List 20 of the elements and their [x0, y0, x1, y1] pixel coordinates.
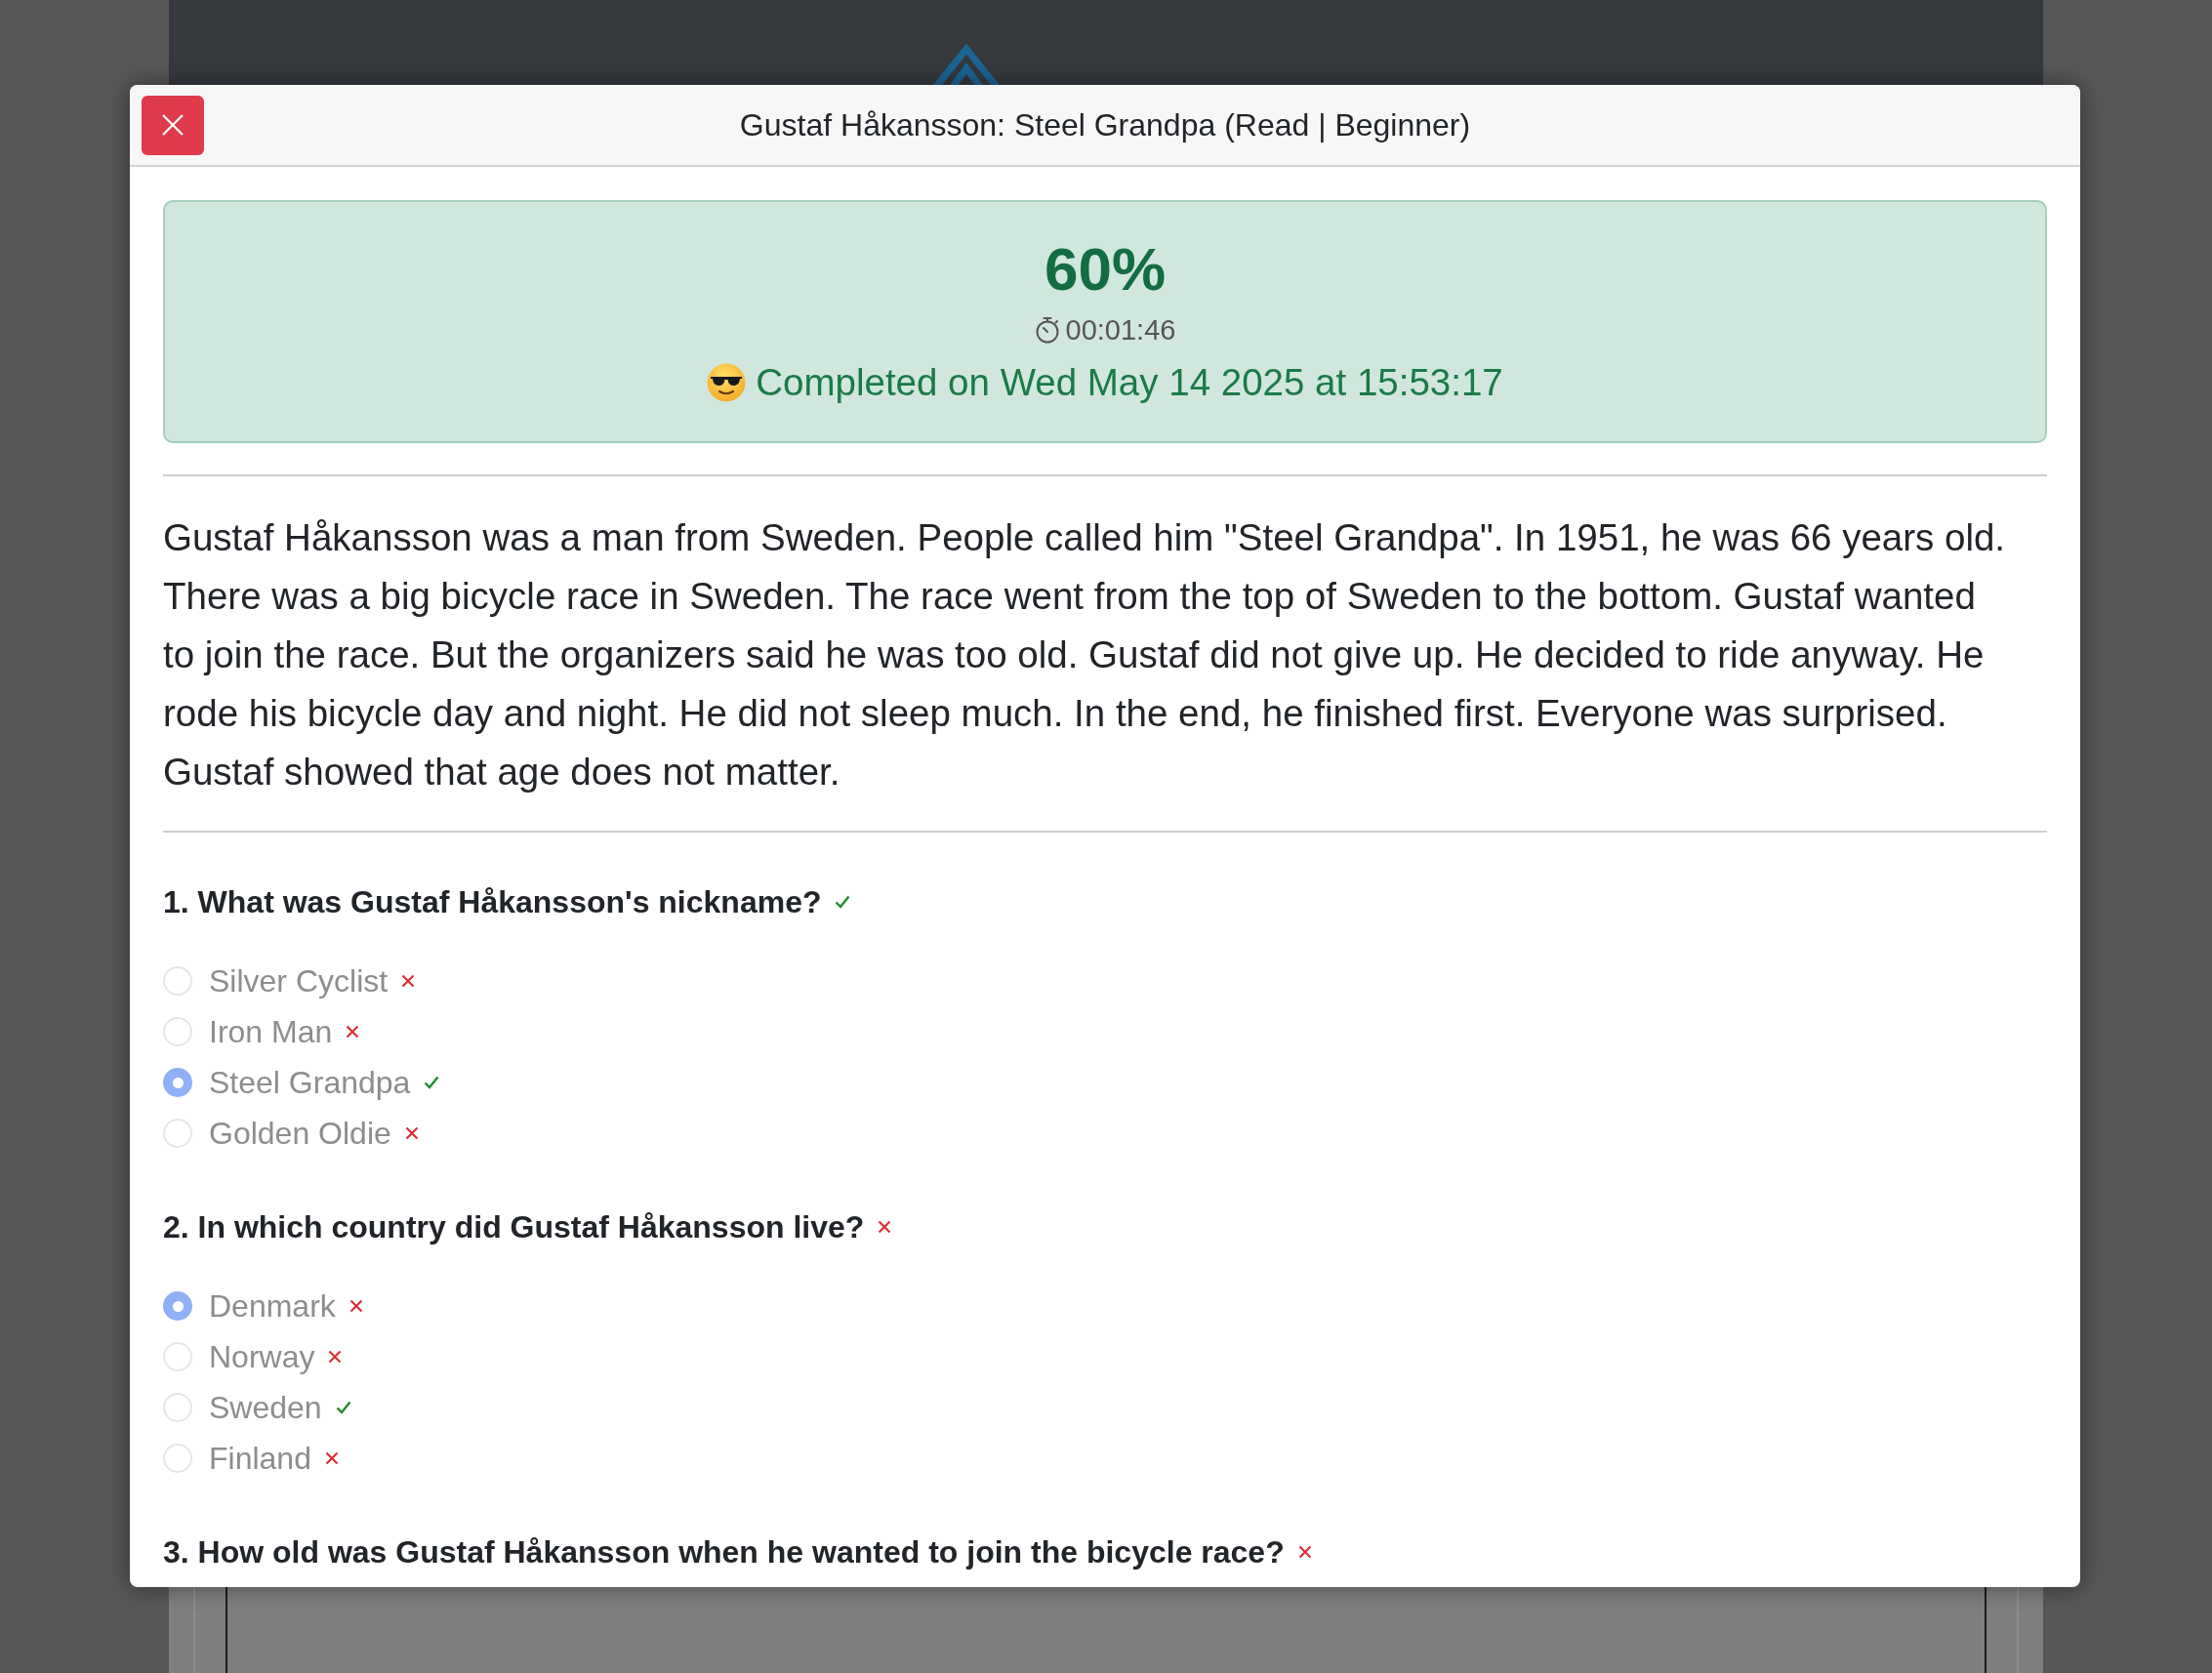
question-text: 1. What was Gustaf Håkansson's nickname? [163, 883, 822, 920]
option-label: Denmark [209, 1287, 336, 1325]
close-button[interactable] [142, 95, 204, 155]
option-label: Steel Grandpa [209, 1064, 411, 1101]
passage-text: Gustaf Håkansson was a man from Sweden. People called him "Steel Grandpa". In 1951, he was 66 years old. There was a big bicycle race in Sweden. The race went from the top of Sweden to the bottom. Gustaf wanted to join the race. But the organizers said he was too old. Gustaf did not give up. He decided to ride anyway. He rode his bicycle day and night. He did not sleep much. In the end, he finished first. Everyone was surprised. Gustaf showed that age does not matter. [163, 515, 2007, 795]
question-text: 3. How old was Gustaf Håkansson when he wanted to join the bicycle race? [163, 1533, 1285, 1571]
question-text: 2. In which country did Gustaf Håkansson live? [163, 1208, 865, 1245]
option-label: Silver Cyclist [209, 962, 389, 1000]
option-label: Iron Man [209, 1013, 333, 1050]
option-label: Norway [209, 1338, 315, 1375]
sunglasses-face-icon [707, 363, 747, 402]
option-label: Finland [209, 1440, 311, 1477]
elapsed-time: 00:01:46 [1065, 313, 1176, 347]
score-percent: 60% [1044, 234, 1167, 305]
modal-title: Gustaf Håkansson: Steel Grandpa (Read | Beginner) [738, 106, 1472, 143]
close-icon [161, 113, 184, 137]
stopwatch-icon [1034, 316, 1060, 344]
completion-text: Completed on Wed May 14 2025 at 15:53:17 [756, 360, 1503, 405]
option-label: Golden Oldie [209, 1115, 391, 1152]
option-label: Sweden [209, 1389, 322, 1426]
